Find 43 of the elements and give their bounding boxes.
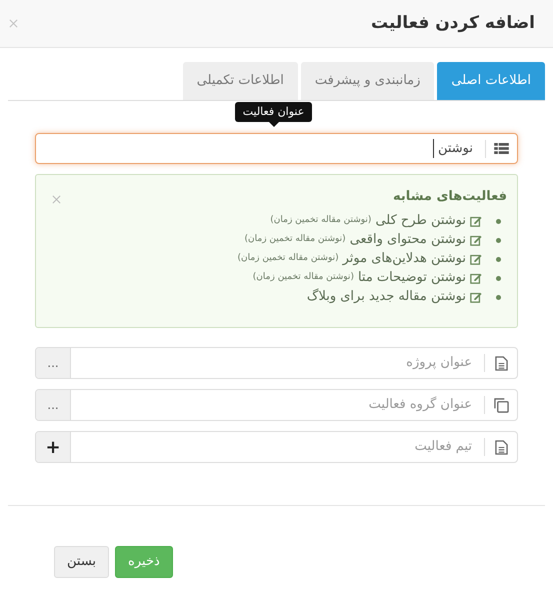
placeholder-text: عنوان پروژه <box>406 354 472 372</box>
edit-icon <box>470 272 482 284</box>
activity-note: (نوشتن مقاله تخمین زمان) <box>270 214 372 228</box>
tooltip: عنوان فعالیت <box>234 102 312 127</box>
more-button[interactable]: ... <box>36 348 71 378</box>
document-icon <box>494 440 508 454</box>
edit-icon <box>470 234 482 246</box>
bullet-icon <box>496 238 501 242</box>
activity-note: (نوشتن مقاله تخمین زمان) <box>237 252 339 266</box>
activity-link[interactable]: نوشتن محتوای واقعی <box>350 230 466 250</box>
close-icon[interactable] <box>9 19 18 28</box>
input-field[interactable]: تیم فعالیت + <box>35 431 518 463</box>
document-icon <box>494 356 508 370</box>
panel-heading: فعالیت‌های مشابه <box>393 188 507 206</box>
activity-link[interactable]: نوشتن مقاله جدید برای وبلاگ <box>306 287 466 307</box>
close-button[interactable]: بستن <box>54 546 110 578</box>
tab[interactable]: اطلاعات اصلی <box>437 62 545 100</box>
title-input[interactable]: نوشتن <box>35 133 518 164</box>
add-button[interactable]: + <box>36 432 71 462</box>
input-value: نوشتن <box>432 138 473 158</box>
tab[interactable]: اطلاعات تکمیلی <box>182 62 298 100</box>
more-button[interactable]: ... <box>36 390 71 420</box>
bullet-icon <box>496 218 501 224</box>
bullet-icon <box>496 276 501 280</box>
bullet-icon <box>496 294 501 300</box>
dialog-title: اضافه کردن فعالیت <box>370 12 535 35</box>
bullet-icon <box>496 256 501 262</box>
input-field[interactable]: عنوان گروه فعالیت ... <box>35 389 518 421</box>
activity-link[interactable]: نوشتن هدلاین‌های موثر <box>342 249 466 269</box>
edit-icon <box>470 253 482 265</box>
activity-link[interactable]: نوشتن طرح کلی <box>375 211 466 231</box>
input-field[interactable]: عنوان پروژه ... <box>35 347 518 379</box>
edit-icon <box>470 291 482 303</box>
activity-note: (نوشتن مقاله تخمین زمان) <box>244 233 346 246</box>
activity-note: (نوشتن مقاله تخمین زمان) <box>252 271 354 284</box>
tab[interactable]: زمانبندی و پیشرفت <box>300 62 434 100</box>
activity-link[interactable]: نوشتن توضیحات متا <box>358 268 466 288</box>
copy-icon <box>494 398 508 412</box>
edit-icon <box>470 215 482 227</box>
close-icon[interactable] <box>52 195 61 204</box>
list-icon <box>494 143 509 154</box>
placeholder-text: تیم فعالیت <box>414 438 472 456</box>
placeholder-text: عنوان گروه فعالیت <box>368 396 472 414</box>
